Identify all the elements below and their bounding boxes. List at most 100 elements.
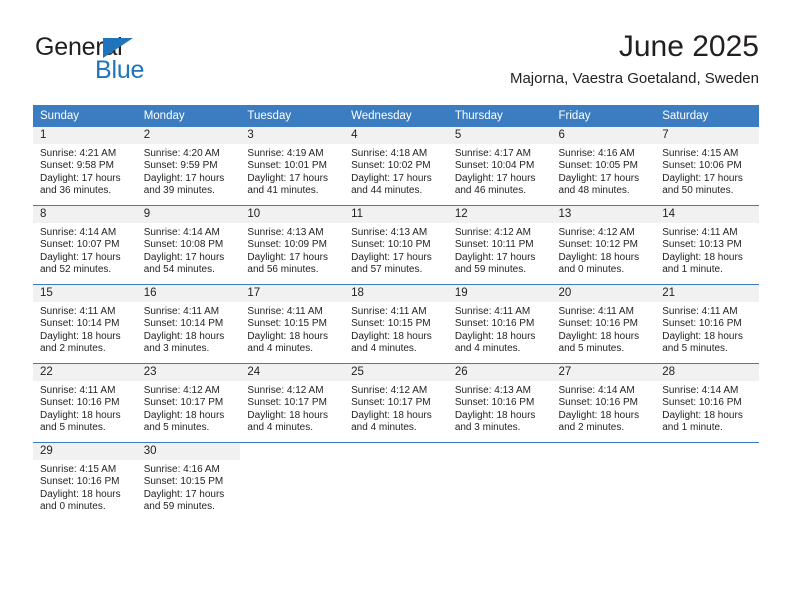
day-info: Sunrise: 4:11 AM Sunset: 10:15 PM Daylight… [344, 302, 448, 356]
sunset-text: Sunset: 10:17 PM [143, 397, 224, 409]
calendar-day-cell[interactable]: 23 Sunrise: 4:12 AM Sunset: 10:17 PM Daylig… [136, 363, 241, 443]
sunrise-text: Sunrise: 4:12 AM [454, 227, 531, 238]
calendar-day-cell[interactable]: 28 Sunrise: 4:14 AM Sunset: 10:16 PM Daylig… [655, 363, 759, 443]
day-number: 7 [655, 127, 759, 144]
sunset-text: Sunset: 10:08 PM [143, 239, 224, 251]
day-number: 22 [33, 364, 137, 381]
calendar-day-cell[interactable]: 24 Sunrise: 4:12 AM Sunset: 10:17 PM Daylig… [240, 363, 345, 443]
sunrise-text: Sunrise: 4:20 AM [143, 148, 220, 159]
sunset-text: Sunset: 10:15 PM [247, 318, 327, 330]
calendar-day-cell[interactable]: 30 Sunrise: 4:16 AM Sunset: 10:15 PM Daylig… [136, 442, 241, 521]
daylight-text: Daylight: 18 hours and 5 minutes. [558, 330, 640, 355]
sunrise-text: Sunrise: 4:11 AM [558, 306, 634, 317]
day-cell-inner: 4 Sunrise: 4:18 AM Sunset: 10:02 PM Dayligh… [344, 127, 448, 205]
sunset-text: Sunset: 10:14 PM [143, 318, 224, 330]
calendar-day-cell[interactable]: 2 Sunrise: 4:20 AM Sunset: 9:59 PM Daylight… [136, 127, 241, 206]
day-info: Sunrise: 4:16 AM Sunset: 10:05 PM Daylight… [552, 144, 656, 198]
sunrise-text: Sunrise: 4:11 AM [143, 306, 220, 317]
day-cell-inner: 22 Sunrise: 4:11 AM Sunset: 10:16 PM Daylig… [33, 364, 137, 442]
daylight-text: Daylight: 18 hours and 1 minute. [662, 409, 743, 434]
sunrise-text: Sunrise: 4:11 AM [40, 306, 116, 317]
daylight-text: Daylight: 18 hours and 5 minutes. [662, 330, 743, 355]
daylight-text: Daylight: 17 hours and 59 minutes. [454, 251, 536, 276]
weekday-header-tuesday: Tuesday [240, 105, 345, 127]
day-number: 21 [655, 285, 759, 302]
calendar-day-cell[interactable]: 5 Sunrise: 4:17 AM Sunset: 10:04 PM Dayligh… [447, 127, 552, 206]
calendar-day-cell[interactable]: 7 Sunrise: 4:15 AM Sunset: 10:06 PM Dayligh… [655, 127, 759, 206]
sunset-text: Sunset: 10:04 PM [454, 160, 535, 172]
page-header: General Blue June 2025 Majorna, Vaestra … [33, 28, 759, 94]
calendar-day-cell[interactable]: 21 Sunrise: 4:11 AM Sunset: 10:16 PM Daylig… [655, 284, 759, 364]
day-cell-inner: 15 Sunrise: 4:11 AM Sunset: 10:14 PM Daylig… [33, 285, 137, 363]
sunrise-text: Sunrise: 4:13 AM [454, 385, 531, 396]
day-info: Sunrise: 4:14 AM Sunset: 10:08 PM Daylight… [137, 223, 241, 277]
calendar-day-cell[interactable]: 26 Sunrise: 4:13 AM Sunset: 10:16 PM Daylig… [447, 363, 552, 443]
sunset-text: Sunset: 9:58 PM [40, 160, 114, 172]
daylight-text: Daylight: 17 hours and 48 minutes. [558, 172, 640, 197]
sunrise-text: Sunrise: 4:14 AM [40, 227, 117, 238]
day-number: 24 [240, 364, 345, 381]
calendar-day-cell[interactable]: 1 Sunrise: 4:21 AM Sunset: 9:58 PM Daylight… [33, 127, 137, 206]
day-cell-inner: 13 Sunrise: 4:12 AM Sunset: 10:12 PM Daylig… [551, 206, 656, 284]
calendar-day-cell[interactable]: 15 Sunrise: 4:11 AM Sunset: 10:14 PM Daylig… [33, 284, 137, 364]
calendar-empty-cell [447, 442, 552, 521]
sunset-text: Sunset: 10:17 PM [247, 397, 327, 409]
day-info: Sunrise: 4:19 AM Sunset: 10:01 PM Daylight… [240, 144, 344, 198]
sunrise-text: Sunrise: 4:16 AM [143, 464, 220, 475]
calendar-day-cell[interactable]: 4 Sunrise: 4:18 AM Sunset: 10:02 PM Dayligh… [344, 127, 448, 206]
calendar-day-cell[interactable]: 3 Sunrise: 4:19 AM Sunset: 10:01 PM Dayligh… [240, 127, 345, 206]
day-number: 25 [344, 364, 448, 381]
calendar-week-row: 15 Sunrise: 4:11 AM Sunset: 10:14 PM Daylig… [33, 284, 759, 364]
day-cell-inner [552, 443, 656, 521]
calendar-day-cell[interactable]: 13 Sunrise: 4:12 AM Sunset: 10:12 PM Daylig… [551, 205, 656, 285]
calendar-day-cell[interactable]: 14 Sunrise: 4:11 AM Sunset: 10:13 PM Daylig… [655, 205, 759, 285]
sunset-text: Sunset: 10:06 PM [662, 160, 742, 172]
day-cell-inner: 6 Sunrise: 4:16 AM Sunset: 10:05 PM Dayligh… [551, 127, 656, 205]
calendar-day-cell[interactable]: 16 Sunrise: 4:11 AM Sunset: 10:14 PM Daylig… [136, 284, 241, 364]
day-cell-inner: 7 Sunrise: 4:15 AM Sunset: 10:06 PM Dayligh… [655, 127, 759, 205]
calendar-day-cell[interactable]: 19 Sunrise: 4:11 AM Sunset: 10:16 PM Daylig… [447, 284, 552, 364]
day-info: Sunrise: 4:11 AM Sunset: 10:16 PM Daylight… [448, 302, 552, 356]
day-cell-inner: 24 Sunrise: 4:12 AM Sunset: 10:17 PM Daylig… [240, 364, 345, 442]
day-number: 2 [136, 127, 241, 144]
day-number: 27 [551, 364, 656, 381]
day-cell-inner: 25 Sunrise: 4:12 AM Sunset: 10:17 PM Daylig… [344, 364, 448, 442]
daylight-text: Daylight: 18 hours and 5 minutes. [143, 409, 225, 434]
calendar-day-cell[interactable]: 25 Sunrise: 4:12 AM Sunset: 10:17 PM Daylig… [344, 363, 448, 443]
calendar-day-cell[interactable]: 17 Sunrise: 4:11 AM Sunset: 10:15 PM Daylig… [240, 284, 345, 364]
sunrise-text: Sunrise: 4:12 AM [143, 385, 220, 396]
sunset-text: Sunset: 10:10 PM [351, 239, 431, 251]
calendar-grid: Sunday Monday Tuesday Wednesday Thursday… [33, 105, 759, 521]
day-info: Sunrise: 4:11 AM Sunset: 10:16 PM Daylight… [33, 381, 137, 435]
sunrise-text: Sunrise: 4:11 AM [247, 306, 323, 317]
day-cell-inner [655, 443, 759, 521]
calendar-day-cell[interactable]: 8 Sunrise: 4:14 AM Sunset: 10:07 PM Dayligh… [33, 205, 137, 285]
calendar-day-cell[interactable]: 20 Sunrise: 4:11 AM Sunset: 10:16 PM Daylig… [551, 284, 656, 364]
logo-text-blue: Blue [95, 56, 145, 84]
calendar-page: General Blue June 2025 Majorna, Vaestra … [0, 0, 792, 612]
calendar-day-cell[interactable]: 27 Sunrise: 4:14 AM Sunset: 10:16 PM Daylig… [551, 363, 656, 443]
day-cell-inner: 27 Sunrise: 4:14 AM Sunset: 10:16 PM Daylig… [551, 364, 656, 442]
sunset-text: Sunset: 10:13 PM [662, 239, 742, 251]
day-info: Sunrise: 4:11 AM Sunset: 10:16 PM Daylight… [552, 302, 656, 356]
title-block: June 2025 Majorna, Vaestra Goetaland, Sw… [510, 28, 759, 90]
calendar-day-cell[interactable]: 18 Sunrise: 4:11 AM Sunset: 10:15 PM Daylig… [344, 284, 448, 364]
calendar-day-cell[interactable]: 6 Sunrise: 4:16 AM Sunset: 10:05 PM Dayligh… [551, 127, 656, 206]
calendar-day-cell[interactable]: 12 Sunrise: 4:12 AM Sunset: 10:11 PM Daylig… [447, 205, 552, 285]
day-info: Sunrise: 4:11 AM Sunset: 10:13 PM Daylight… [655, 223, 759, 277]
calendar-day-cell[interactable]: 11 Sunrise: 4:13 AM Sunset: 10:10 PM Daylig… [344, 205, 448, 285]
page-title: June 2025 [618, 30, 759, 63]
day-info: Sunrise: 4:11 AM Sunset: 10:14 PM Daylight… [33, 302, 137, 356]
day-info: Sunrise: 4:11 AM Sunset: 10:15 PM Daylight… [240, 302, 344, 356]
day-number: 6 [551, 127, 656, 144]
calendar-day-cell[interactable]: 10 Sunrise: 4:13 AM Sunset: 10:09 PM Daylig… [240, 205, 345, 285]
day-number: 9 [136, 206, 241, 223]
day-cell-inner: 21 Sunrise: 4:11 AM Sunset: 10:16 PM Daylig… [655, 285, 759, 363]
calendar-day-cell[interactable]: 22 Sunrise: 4:11 AM Sunset: 10:16 PM Daylig… [33, 363, 137, 443]
day-cell-inner: 10 Sunrise: 4:13 AM Sunset: 10:09 PM Daylig… [240, 206, 345, 284]
day-cell-inner: 18 Sunrise: 4:11 AM Sunset: 10:15 PM Daylig… [344, 285, 448, 363]
calendar-day-cell[interactable]: 9 Sunrise: 4:14 AM Sunset: 10:08 PM Dayligh… [136, 205, 241, 285]
calendar-day-cell[interactable]: 29 Sunrise: 4:15 AM Sunset: 10:16 PM Daylig… [33, 442, 137, 521]
sunset-text: Sunset: 10:16 PM [558, 397, 639, 409]
day-cell-inner: 17 Sunrise: 4:11 AM Sunset: 10:15 PM Daylig… [240, 285, 345, 363]
